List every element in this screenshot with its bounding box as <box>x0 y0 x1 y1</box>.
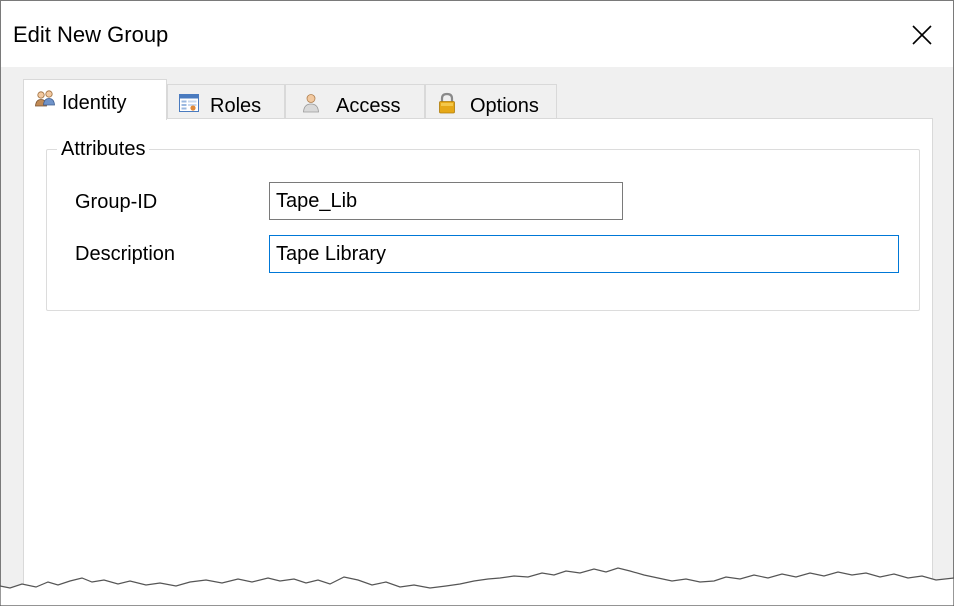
title-bar: Edit New Group <box>1 1 953 67</box>
description-input[interactable] <box>269 235 899 273</box>
tab-roles[interactable]: Roles <box>167 84 285 118</box>
close-icon <box>912 25 932 45</box>
tab-options[interactable]: Options <box>425 84 557 118</box>
tab-access[interactable]: Access <box>285 84 425 118</box>
tab-identity-label: Identity <box>62 92 127 114</box>
window-title: Edit New Group <box>13 22 169 47</box>
attributes-legend: Attributes <box>57 136 150 162</box>
lock-icon <box>439 92 455 114</box>
tab-identity[interactable]: Identity <box>23 79 167 120</box>
tab-access-label: Access <box>336 95 401 117</box>
description-label: Description <box>75 243 176 265</box>
attributes-groupbox: Attributes Group-ID Description <box>46 136 920 311</box>
tab-options-label: Options <box>470 95 539 117</box>
dialog-client-area: Identity Roles Access Options Attributes… <box>1 67 953 605</box>
tab-strip: Identity Roles Access Options <box>23 79 583 120</box>
identity-tab-panel: Attributes Group-ID Description <box>23 118 933 605</box>
edit-group-dialog: Edit New Group Identity Roles Access Opt… <box>0 0 954 606</box>
tab-roles-label: Roles <box>210 95 262 117</box>
person-icon <box>303 94 319 113</box>
users-icon <box>35 90 55 107</box>
roles-window-icon <box>179 94 199 112</box>
close-button[interactable] <box>899 15 945 55</box>
torn-edge-decoration <box>0 567 954 606</box>
group-id-input[interactable] <box>269 182 623 220</box>
group-id-label: Group-ID <box>75 191 158 213</box>
